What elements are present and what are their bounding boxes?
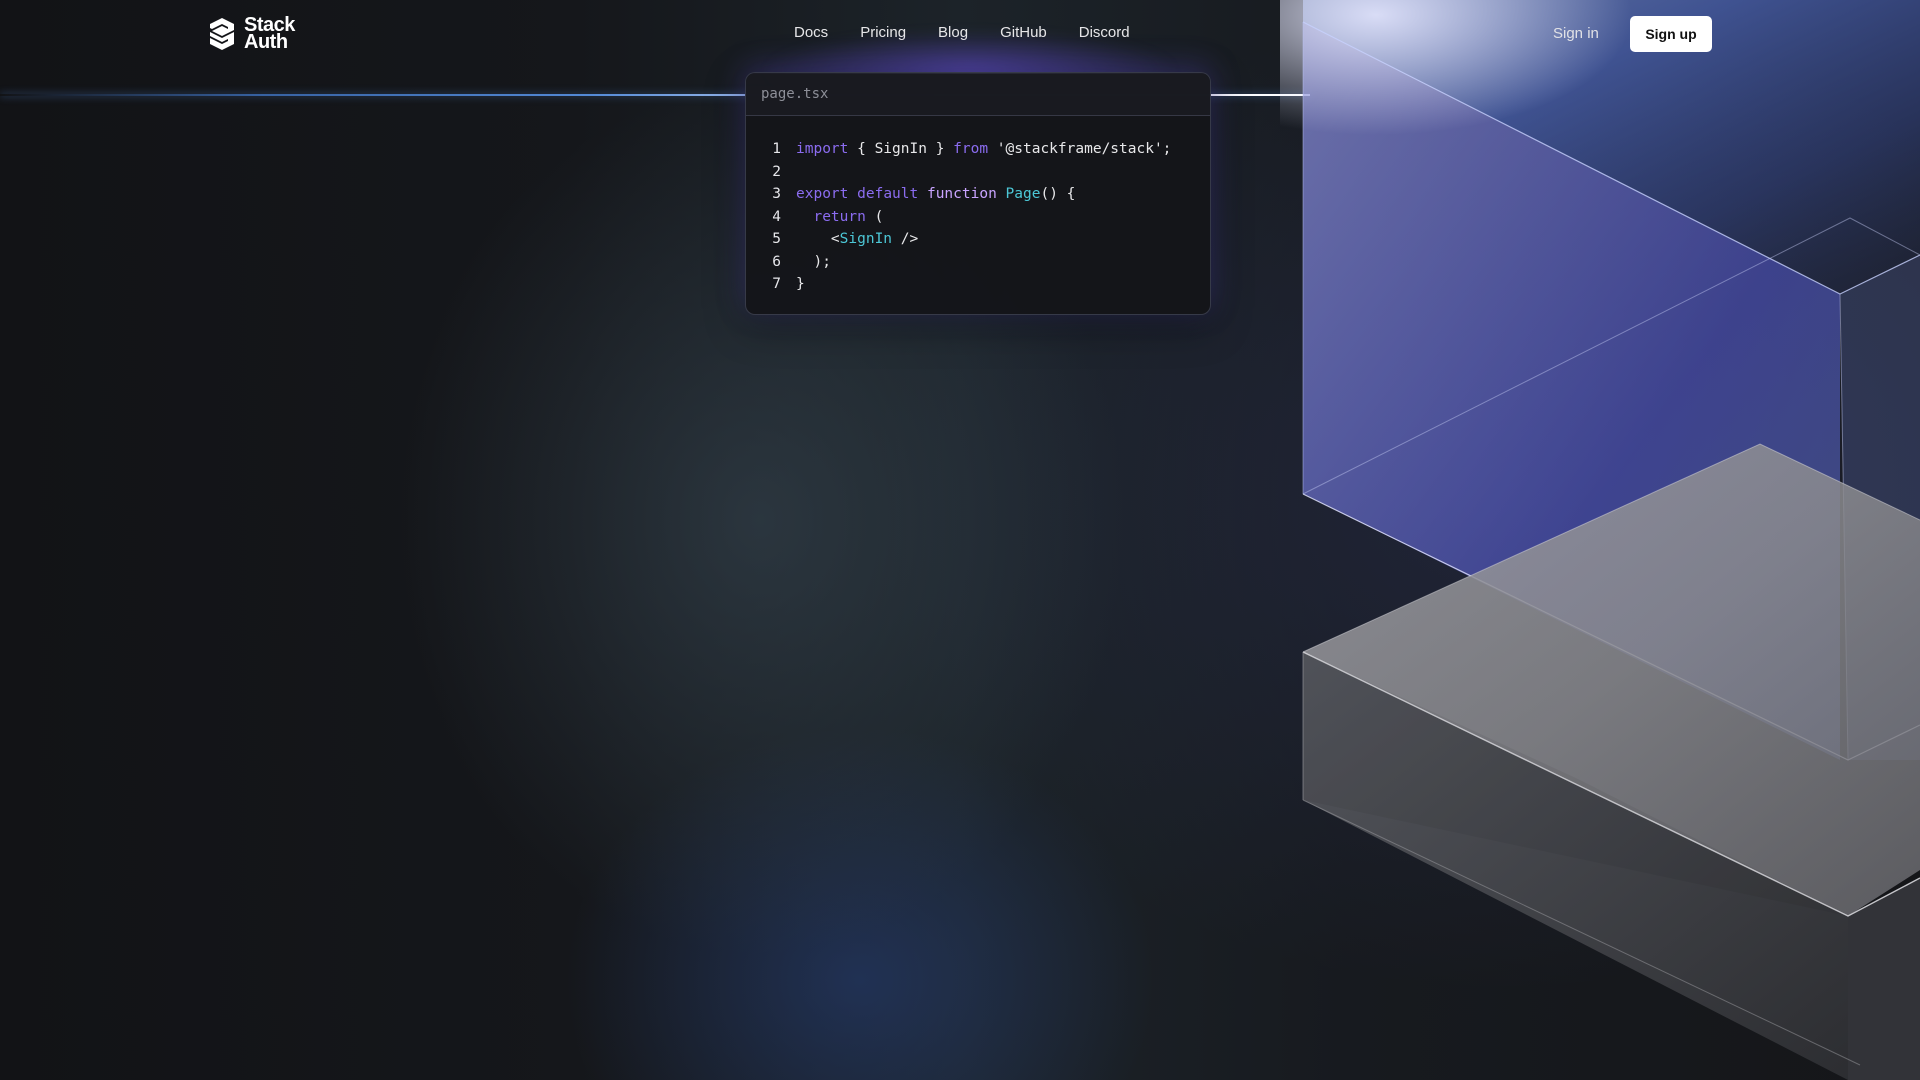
line-number: 2 bbox=[772, 163, 781, 180]
nav-docs[interactable]: Docs bbox=[794, 24, 828, 41]
code-token: } bbox=[796, 276, 805, 292]
code-token: ( bbox=[865, 208, 884, 225]
code-text: ); bbox=[796, 251, 831, 274]
site-header: Stack Auth Docs Pricing Blog GitHub Disc… bbox=[0, 0, 1920, 68]
code-line: 7} bbox=[746, 273, 1210, 296]
decorative-3d-blocks bbox=[1280, 0, 1920, 1080]
code-token: export bbox=[796, 186, 849, 202]
code-body: 1 import { SignIn } from '@stackframe/sta… bbox=[746, 116, 1210, 296]
line-number: 7 bbox=[772, 276, 781, 292]
code-token: from bbox=[953, 141, 989, 157]
code-line: 1 import { SignIn } from '@stackframe/sta… bbox=[746, 138, 1210, 161]
brand-name: Stack Auth bbox=[244, 15, 295, 53]
code-token: < bbox=[796, 231, 840, 247]
code-text: } bbox=[796, 273, 805, 296]
code-token: /> bbox=[892, 231, 919, 247]
brand-line-2: Auth bbox=[244, 31, 288, 53]
code-line: 4 return ( bbox=[746, 206, 1210, 229]
line-number: 3 bbox=[772, 186, 781, 202]
line-number: 6 bbox=[772, 253, 781, 270]
nav-github[interactable]: GitHub bbox=[1000, 24, 1047, 41]
code-token: SignIn bbox=[839, 231, 893, 247]
code-token: function bbox=[926, 186, 997, 202]
code-token: ); bbox=[796, 253, 831, 270]
code-line: 6 ); bbox=[746, 251, 1210, 274]
code-filename: page.tsx bbox=[761, 86, 829, 102]
nav-pricing[interactable]: Pricing bbox=[860, 24, 906, 41]
code-token: return bbox=[813, 208, 866, 225]
code-text: <SignIn /> bbox=[796, 228, 918, 251]
code-text: export default function Page() { bbox=[796, 183, 1075, 206]
sign-up-button[interactable]: Sign up bbox=[1630, 16, 1712, 52]
brand-logo[interactable]: Stack Auth bbox=[208, 15, 295, 53]
main-nav: Docs Pricing Blog GitHub Discord bbox=[794, 24, 1162, 41]
line-number: 1 bbox=[772, 141, 781, 157]
code-line: 3 export default function Page() { bbox=[746, 183, 1210, 206]
nav-discord[interactable]: Discord bbox=[1079, 24, 1130, 41]
stack-auth-logo-icon bbox=[210, 18, 234, 50]
code-token: Page bbox=[1005, 186, 1041, 202]
landing-page: Stack Auth Docs Pricing Blog GitHub Disc… bbox=[0, 0, 1920, 1080]
nav-blog[interactable]: Blog bbox=[938, 24, 968, 41]
code-text: import { SignIn } from '@stackframe/stac… bbox=[796, 138, 1171, 161]
code-token: () { bbox=[1040, 186, 1076, 202]
code-token: '@stackframe/stack'; bbox=[988, 141, 1172, 157]
line-number: 4 bbox=[772, 208, 781, 225]
code-line: 5 <SignIn /> bbox=[746, 228, 1210, 251]
code-file-tab[interactable]: page.tsx bbox=[746, 73, 1210, 116]
code-text: return ( bbox=[796, 206, 883, 229]
code-snippet-card: page.tsx 1 import { SignIn } from '@stack… bbox=[745, 72, 1211, 315]
code-token: { SignIn } bbox=[848, 141, 954, 157]
code-token: default bbox=[857, 186, 919, 202]
code-line: 2 bbox=[746, 161, 1210, 184]
line-number: 5 bbox=[772, 231, 781, 247]
sign-in-link[interactable]: Sign in bbox=[1553, 25, 1599, 42]
code-token: import bbox=[796, 141, 849, 157]
